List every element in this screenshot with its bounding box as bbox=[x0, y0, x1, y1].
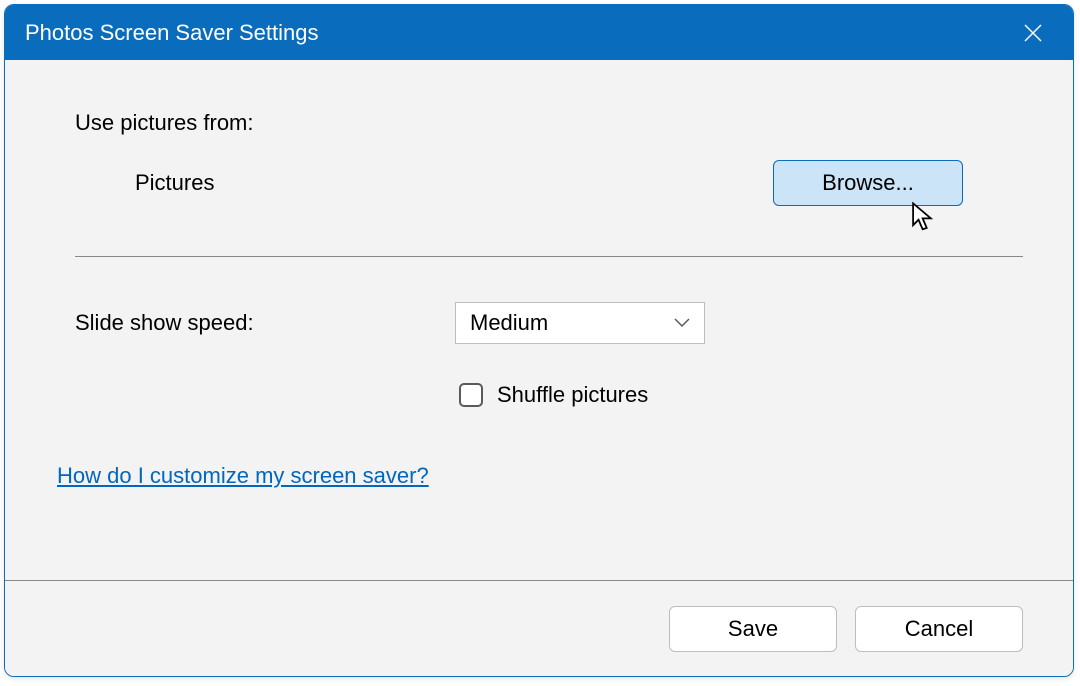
speed-label: Slide show speed: bbox=[75, 310, 395, 336]
pictures-row: Pictures Browse... bbox=[75, 160, 1023, 206]
shuffle-row: Shuffle pictures bbox=[459, 382, 1023, 408]
help-link[interactable]: How do I customize my screen saver? bbox=[57, 463, 429, 489]
close-button[interactable] bbox=[1013, 13, 1053, 53]
selected-folder: Pictures bbox=[135, 170, 214, 196]
dialog-footer: Save Cancel bbox=[5, 581, 1073, 676]
chevron-down-icon bbox=[674, 318, 690, 328]
speed-selected-value: Medium bbox=[470, 310, 548, 336]
shuffle-label: Shuffle pictures bbox=[497, 382, 648, 408]
close-icon bbox=[1023, 23, 1043, 43]
speed-row: Slide show speed: Medium bbox=[75, 302, 1023, 344]
speed-dropdown[interactable]: Medium bbox=[455, 302, 705, 344]
cancel-button[interactable]: Cancel bbox=[855, 606, 1023, 652]
divider bbox=[75, 256, 1023, 257]
cursor-icon bbox=[910, 202, 938, 238]
save-button[interactable]: Save bbox=[669, 606, 837, 652]
shuffle-checkbox[interactable] bbox=[459, 383, 483, 407]
browse-button[interactable]: Browse... bbox=[773, 160, 963, 206]
use-pictures-label: Use pictures from: bbox=[75, 110, 1023, 136]
dialog-content: Use pictures from: Pictures Browse... Sl… bbox=[5, 60, 1073, 580]
window-title: Photos Screen Saver Settings bbox=[25, 20, 319, 46]
titlebar: Photos Screen Saver Settings bbox=[5, 5, 1073, 60]
dialog-window: Photos Screen Saver Settings Use picture… bbox=[4, 4, 1074, 677]
